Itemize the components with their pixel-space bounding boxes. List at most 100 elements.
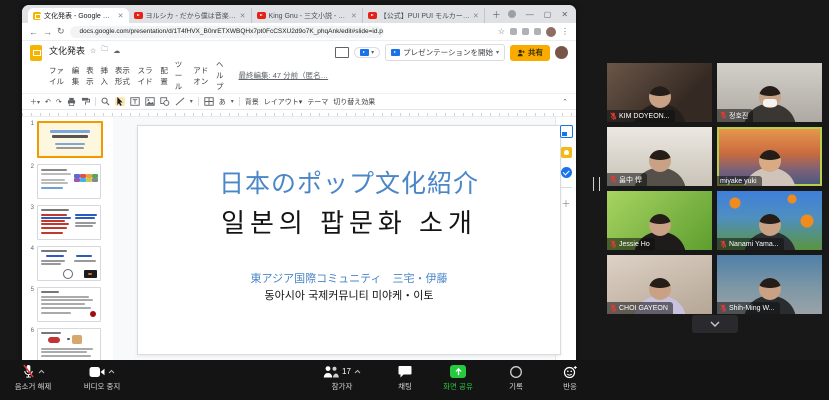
redo-icon[interactable]: ↷ [56,98,62,106]
last-edit-link[interactable]: 最終編集: 47 分前（匿名… [239,70,329,81]
reload-icon[interactable]: ↻ [57,26,65,37]
menu-insert[interactable]: 挿入 [100,65,108,87]
slide-thumbnail-3[interactable] [37,205,101,240]
tab-close-icon[interactable]: ✕ [240,12,246,20]
browser-profile-avatar[interactable] [546,27,556,37]
video-tile-kim-doyeon[interactable]: KIM DOYEON... [607,63,712,122]
forward-icon[interactable]: → [43,27,52,37]
chevron-down-icon[interactable]: ▾ [190,98,193,105]
menu-format[interactable]: 表示形式 [115,65,132,87]
keep-icon[interactable] [561,147,572,158]
menu-addons[interactable]: アドオン [193,65,210,87]
slide-title-korean[interactable]: 일본의 팝문화 소개 [221,203,477,240]
background-button[interactable]: 背景 [245,97,259,107]
menu-view[interactable]: 表示 [86,65,94,87]
document-title[interactable]: 文化発表 [49,44,85,57]
reactions-button[interactable]: 반응 [538,364,602,392]
maximize-icon[interactable]: ▢ [544,10,552,19]
tab-youtube-2[interactable]: King Gnu - 三文小説 - YouTube ✕ [252,8,363,23]
slide-thumbnail-4[interactable] [37,246,101,281]
stop-video-button[interactable]: 비디오 중지 [70,364,134,392]
tasks-icon[interactable] [561,167,572,178]
collapse-gallery-button[interactable] [692,315,738,333]
star-doc-icon[interactable]: ☆ [90,47,96,55]
extension-icon[interactable] [510,28,517,35]
browser-update-icon[interactable] [508,10,516,18]
insert-image-icon[interactable] [145,97,155,106]
video-tile-miyake-yuki[interactable]: miyake yuki [717,127,822,186]
extension-icon[interactable] [534,28,541,35]
furigana-tool[interactable]: あ [219,97,226,107]
insert-line-icon[interactable] [175,97,185,106]
tab-slides[interactable]: 文化発表 - Google スライド ✕ [28,8,129,23]
minimize-icon[interactable]: — [526,10,534,19]
theme-button[interactable]: テーマ [307,97,328,107]
video-tile-hatanaka[interactable]: 畠中 悍 [607,127,712,186]
menu-tools[interactable]: ツール [175,59,188,92]
tab-close-icon[interactable]: ✕ [473,12,479,20]
participants-button[interactable]: 17 참가자 [310,364,374,392]
menu-slide[interactable]: スライド [138,65,155,87]
record-icon [509,365,523,379]
start-presentation-button[interactable]: プレゼンテーションを開始 ▾ [385,44,505,61]
video-tile-choi-gayeon[interactable]: CHOI GAYEON [607,255,712,314]
tab-close-icon[interactable]: ✕ [118,12,124,20]
new-slide-button[interactable]: ＋▾ [30,97,40,107]
undo-icon[interactable]: ↶ [45,98,51,106]
layout-button[interactable]: レイアウト▾ [264,97,303,107]
participant-name-tag: Jessie Ho [607,238,655,250]
share-screen-button[interactable]: 화면 공유 [426,364,490,392]
close-icon[interactable]: ✕ [561,10,568,19]
text-box-tool-icon[interactable] [130,97,140,106]
paint-format-icon[interactable] [81,97,90,106]
insert-shape-icon[interactable] [160,97,170,106]
cloud-status-icon[interactable]: ☁ [113,47,120,55]
slide-subtitle-korean[interactable]: 동아시아 국제커뮤니티 미야케・이토 [265,287,434,303]
slide-thumbnail-5[interactable] [37,287,101,322]
menu-help[interactable]: ヘルプ [216,59,229,92]
menu-file[interactable]: ファイル [49,65,66,87]
video-tile-nanami[interactable]: Nanami Yama... [717,191,822,250]
chevron-up-icon[interactable] [38,369,45,374]
slideshow-screen-icon[interactable] [335,47,349,58]
select-cursor-tool[interactable] [115,97,125,106]
current-slide[interactable]: 日本のポップ文化紹介 일본의 팝문화 소개 東アジア国際コミュニティ 三宅・伊藤… [137,125,561,355]
chevron-up-icon[interactable] [108,369,115,374]
google-slides-logo[interactable] [30,45,42,61]
calendar-icon[interactable] [560,125,573,138]
address-bar[interactable]: docs.google.com/presentation/d/1T4fHVX_B… [70,26,384,38]
panel-resize-handle[interactable] [593,177,600,191]
zoom-tool-icon[interactable] [101,97,110,106]
tab-youtube-3[interactable]: 【公式】PUI PUI モルカー 第1話… ✕ [363,8,485,23]
slide-thumbnail-6[interactable] [37,328,101,363]
account-avatar[interactable] [555,46,568,59]
unmute-button[interactable]: 음소거 해제 [1,364,65,392]
collapse-toolbar-icon[interactable]: ⌃ [562,98,568,106]
add-addon-icon[interactable]: ＋ [561,197,570,210]
extension-icon[interactable] [522,28,529,35]
transition-button[interactable]: 切り替え効果 [333,97,375,107]
chevron-down-icon[interactable]: ▾ [231,98,234,105]
slide-title-japanese[interactable]: 日本のポップ文化紹介 [219,164,479,200]
menu-arrange[interactable]: 配置 [160,65,168,87]
print-icon[interactable] [67,97,76,106]
tab-youtube-1[interactable]: ヨルシカ - だから僕は音楽を辞めた… ✕ [129,8,252,23]
slide-thumbnail-1[interactable] [37,121,103,158]
new-tab-button[interactable]: ＋ [485,8,508,21]
slide-subtitle-japanese[interactable]: 東アジア国際コミュニティ 三宅・伊藤 [251,270,448,286]
chevron-up-icon[interactable] [354,369,361,374]
move-folder-icon[interactable]: 🗀 [101,45,108,56]
menu-edit[interactable]: 編集 [72,65,80,87]
video-tile-shih-ming[interactable]: Shih-Ming W... [717,255,822,314]
video-tile-jeong-hojin[interactable]: 정호진 [717,63,822,122]
insert-table-icon[interactable] [204,97,214,106]
back-icon[interactable]: ← [29,27,38,37]
bookmark-star-icon[interactable]: ☆ [498,27,505,36]
slide-thumbnail-2[interactable] [37,164,101,199]
video-tile-jessie-ho[interactable]: Jessie Ho [607,191,712,250]
browser-menu-icon[interactable]: ⋮ [561,27,569,36]
share-button[interactable]: 共有 [510,45,550,61]
mic-muted-icon [610,240,617,249]
present-mode-pill[interactable]: ▾ [354,47,380,58]
tab-close-icon[interactable]: ✕ [351,12,357,20]
